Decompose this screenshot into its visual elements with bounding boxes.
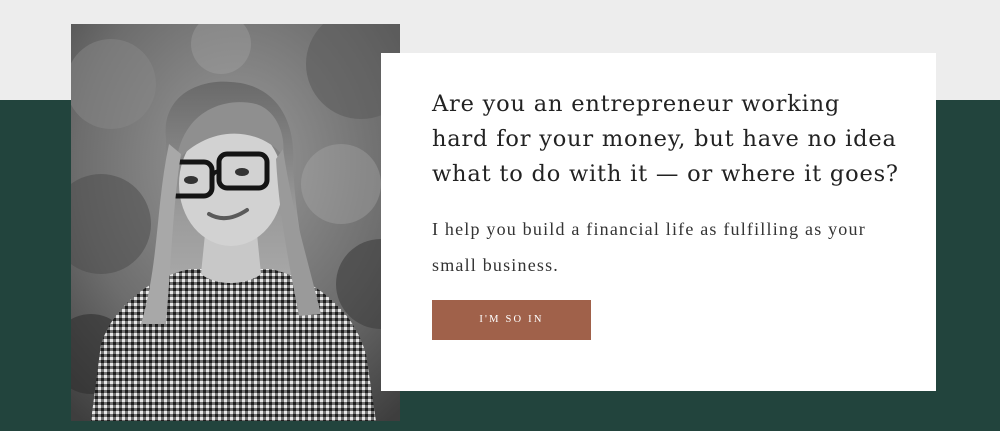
hero-card: Are you an entrepreneur working hard for… (381, 53, 936, 391)
hero-subtext: I help you build a financial life as ful… (432, 219, 866, 275)
portrait-photo (71, 24, 400, 421)
hero-headline: Are you an entrepreneur working hard for… (432, 91, 899, 187)
im-so-in-button[interactable]: I'M SO IN (432, 300, 591, 340)
